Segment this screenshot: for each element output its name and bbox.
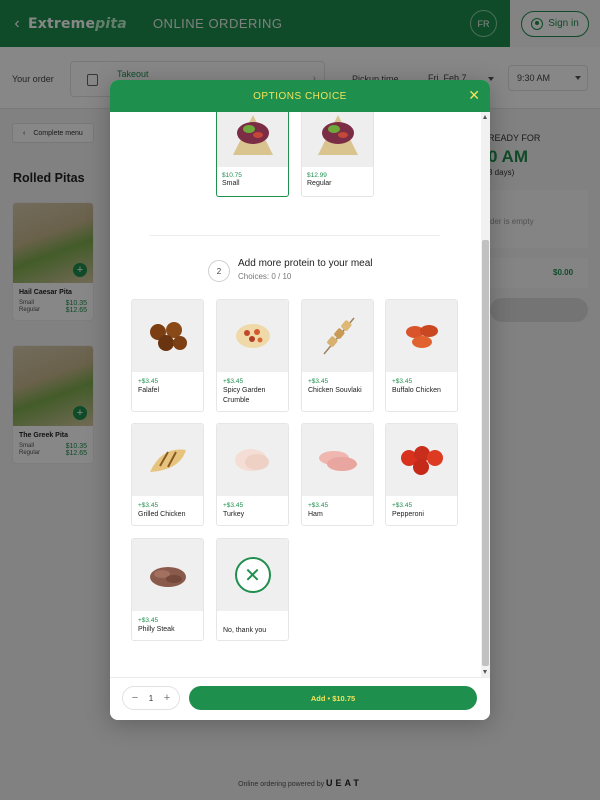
option-price: +$3.45	[138, 502, 159, 509]
souvlaki-image	[302, 300, 373, 372]
protein-option-card[interactable]: +$3.45 Falafel	[131, 299, 204, 412]
protein-option-card[interactable]: +$3.45 Chicken Souvlaki	[301, 299, 374, 412]
protein-option-card[interactable]: +$3.45 Spicy Garden Crumble	[216, 299, 289, 412]
crumble-image	[217, 300, 288, 372]
pita-image	[302, 112, 373, 167]
no-thanks-image: ✕	[217, 539, 288, 611]
size-option-card[interactable]: $10.75 Small	[216, 112, 289, 197]
buffalo-chicken-image	[386, 300, 457, 372]
falafel-icon	[149, 322, 187, 351]
options-modal: OPTIONS CHOICE ✕ $10.75 Small $12.99 Reg…	[110, 80, 490, 720]
option-price: +$3.45	[138, 617, 159, 624]
plus-icon[interactable]: +	[161, 692, 173, 704]
close-circle-icon: ✕	[234, 557, 271, 593]
protein-option-card[interactable]: +$3.45 Pepperoni	[385, 423, 458, 526]
ham-icon	[318, 451, 357, 471]
pepperoni-icon	[400, 446, 443, 475]
option-name: Grilled Chicken	[138, 511, 186, 518]
quantity-value: 1	[148, 693, 154, 703]
step-title: Add more protein to your meal	[238, 258, 373, 269]
turkey-icon	[234, 449, 269, 471]
skewer-icon	[322, 317, 355, 355]
option-price: +$3.45	[308, 502, 329, 509]
step-choices-count: Choices: 0 / 10	[238, 272, 292, 281]
protein-option-card[interactable]: +$3.45 Buffalo Chicken	[385, 299, 458, 412]
scroll-down-icon[interactable]	[483, 670, 487, 674]
steak-icon	[149, 567, 186, 587]
pepperoni-image	[386, 424, 457, 496]
scrollbar-thumb[interactable]	[482, 240, 489, 666]
protein-option-card[interactable]: +$3.45 Grilled Chicken	[131, 423, 204, 526]
option-price: +$3.45	[223, 378, 244, 385]
option-name: Falafel	[138, 387, 160, 394]
minus-icon[interactable]: −	[129, 692, 141, 704]
protein-option-card[interactable]: +$3.45 Ham	[301, 423, 374, 526]
option-name: Turkey	[223, 511, 245, 518]
option-name: Philly Steak	[138, 626, 175, 633]
modal-body: $10.75 Small $12.99 Regular 2 Add more p…	[110, 112, 481, 677]
option-price: +$3.45	[392, 378, 413, 385]
philly-steak-image	[132, 539, 203, 611]
wrap-icon	[317, 115, 358, 155]
scroll-up-icon[interactable]	[483, 115, 487, 119]
grilled-chicken-icon	[149, 449, 186, 472]
option-name: Ham	[308, 511, 323, 518]
divider	[150, 235, 440, 236]
option-name: No, thank you	[223, 627, 267, 634]
add-to-order-button[interactable]: Add • $10.75	[189, 686, 477, 710]
option-price: +$3.45	[308, 378, 329, 385]
option-name: Buffalo Chicken	[392, 387, 441, 394]
modal-scrollbar[interactable]	[481, 112, 490, 677]
close-icon[interactable]: ✕	[468, 87, 480, 103]
crumble-icon	[235, 324, 270, 348]
option-name: Spicy Garden Crumble	[223, 387, 266, 404]
pita-image	[217, 112, 288, 167]
size-price: $12.99	[307, 172, 327, 179]
size-name: Regular	[307, 180, 332, 187]
ham-image	[302, 424, 373, 496]
grilled-chicken-image	[132, 424, 203, 496]
size-option-card[interactable]: $12.99 Regular	[301, 112, 374, 197]
option-name: Chicken Souvlaki	[308, 387, 362, 394]
option-price: +$3.45	[392, 502, 413, 509]
modal-header: OPTIONS CHOICE ✕	[110, 80, 490, 112]
protein-option-card[interactable]: +$3.45 Turkey	[216, 423, 289, 526]
quantity-stepper[interactable]: − 1 +	[122, 686, 180, 710]
option-name: Pepperoni	[392, 511, 424, 518]
modal-footer: − 1 + Add • $10.75	[110, 677, 490, 720]
no-thanks-option-card[interactable]: ✕ No, thank you	[216, 538, 289, 641]
protein-option-card[interactable]: +$3.45 Philly Steak	[131, 538, 204, 641]
buffalo-chicken-icon	[405, 325, 438, 348]
option-price	[217, 611, 288, 626]
size-name: Small	[222, 180, 240, 187]
modal-title: OPTIONS CHOICE	[253, 90, 347, 102]
option-price: +$3.45	[138, 378, 159, 385]
step-number: 2	[208, 260, 230, 282]
falafel-image	[132, 300, 203, 372]
option-price: +$3.45	[223, 502, 244, 509]
wrap-icon	[232, 115, 273, 155]
size-price: $10.75	[222, 172, 242, 179]
turkey-image	[217, 424, 288, 496]
